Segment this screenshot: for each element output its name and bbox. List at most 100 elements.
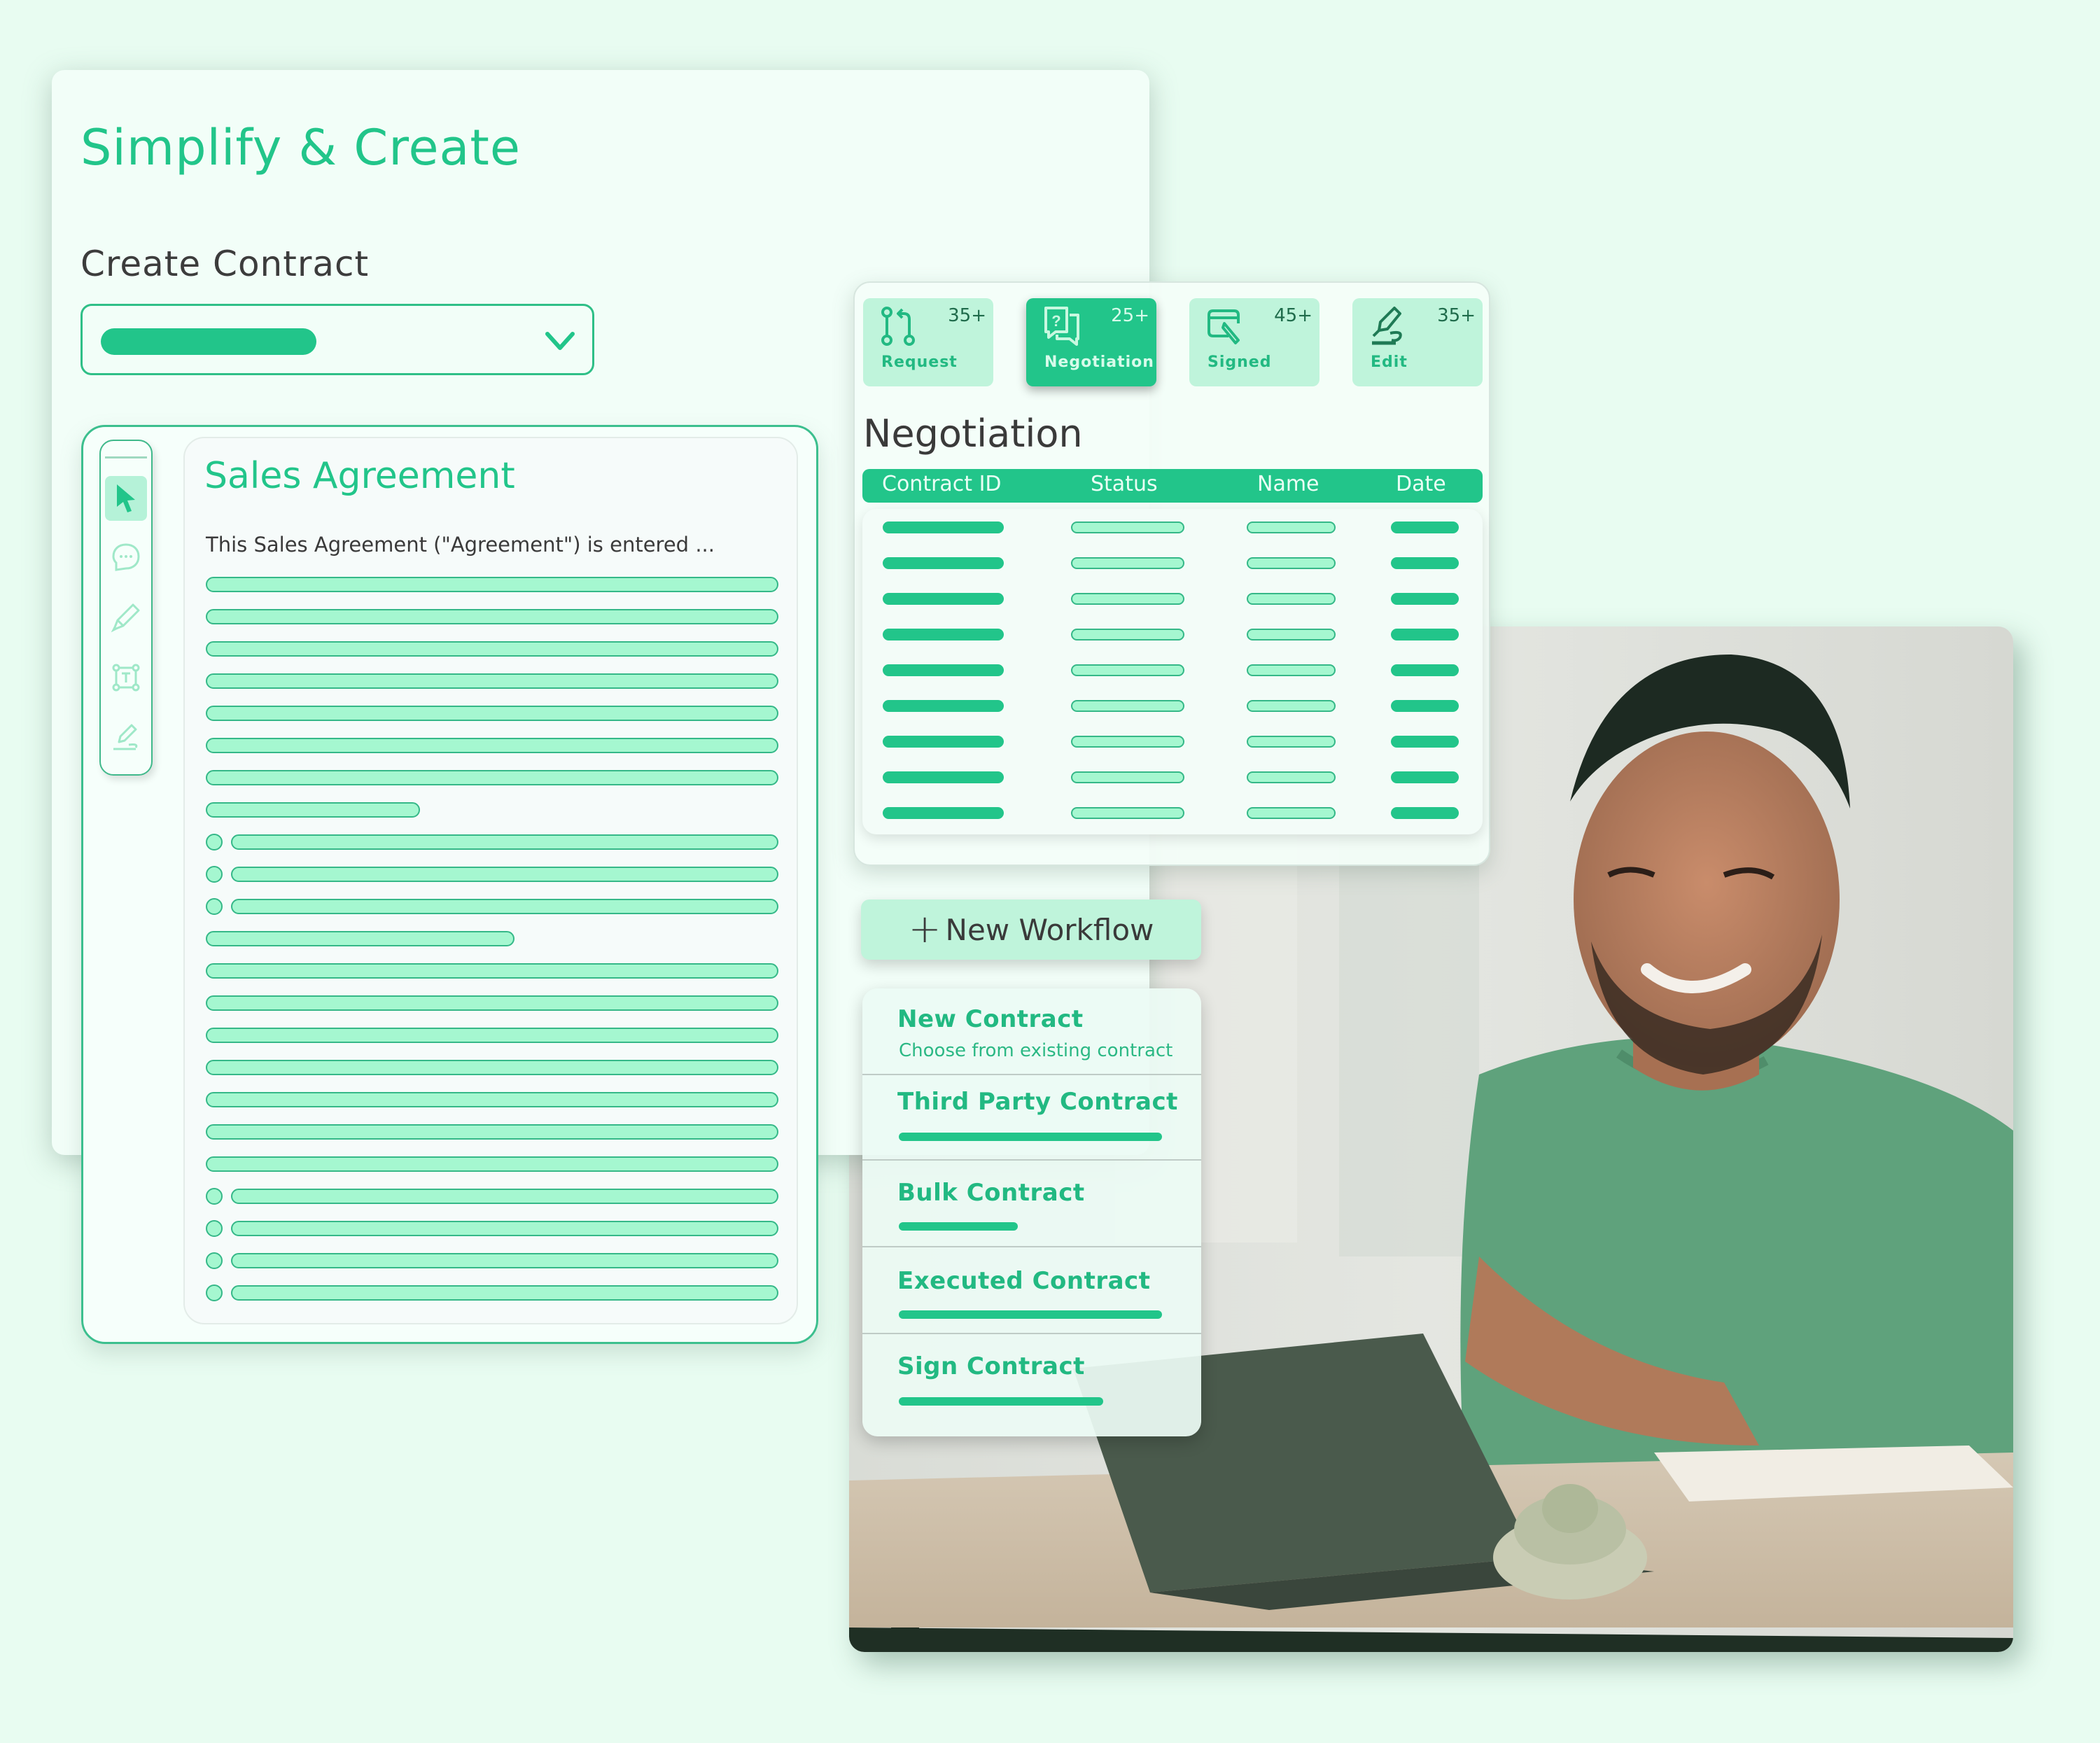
table-cell-placeholder-name: [1247, 807, 1336, 819]
menu-item-title: Third Party Contract: [897, 1088, 1178, 1116]
column-header-name[interactable]: Name: [1257, 472, 1320, 496]
tool-text[interactable]: [105, 655, 147, 700]
table-row[interactable]: [862, 522, 1483, 536]
table-cell-placeholder-status: [1071, 629, 1184, 640]
table-cell-placeholder-name: [1247, 771, 1336, 783]
new-workflow-button[interactable]: + New Workflow: [861, 899, 1201, 960]
table-row[interactable]: [862, 557, 1483, 571]
status-count: 35+: [1437, 305, 1476, 326]
contract-type-dropdown[interactable]: [80, 304, 594, 375]
table-cell-placeholder-date: [1391, 557, 1459, 569]
status-card-edit[interactable]: 35+ Edit: [1352, 298, 1483, 386]
table-cell-placeholder-status: [1071, 736, 1184, 748]
create-contract-label: Create Contract: [80, 244, 370, 284]
text-line-placeholder: [206, 609, 778, 624]
menu-item-new-contract[interactable]: New Contract Choose from existing contra…: [862, 988, 1201, 1074]
text-line-placeholder: [231, 1221, 778, 1236]
bullet-point: [206, 1188, 223, 1205]
text-line-placeholder: [206, 706, 778, 721]
workflow-menu: New Contract Choose from existing contra…: [862, 988, 1201, 1436]
table-row[interactable]: [862, 736, 1483, 750]
table-row[interactable]: [862, 593, 1483, 607]
highlighter-icon: [111, 603, 140, 633]
status-card-request[interactable]: 35+ Request: [863, 298, 993, 386]
editor-toolbar: [99, 440, 153, 776]
tool-signature[interactable]: [105, 715, 147, 760]
table-cell-placeholder-date: [1391, 771, 1459, 783]
chevron-down-icon: [545, 332, 575, 350]
text-line-placeholder: [206, 770, 778, 785]
menu-item-subtitle: Choose from existing contract: [899, 1040, 1173, 1061]
table-cell-placeholder-contract-id: [883, 557, 1004, 569]
column-header-date[interactable]: Date: [1396, 472, 1446, 496]
fountain-pen-icon: [1372, 307, 1402, 345]
table-cell-placeholder-date: [1391, 807, 1459, 819]
plus-icon: +: [908, 906, 941, 952]
status-count: 45+: [1274, 305, 1312, 326]
text-line-placeholder: [206, 802, 420, 818]
table-cell-placeholder-status: [1071, 807, 1184, 819]
text-line-placeholder: [206, 738, 778, 753]
bullet-point: [206, 834, 223, 850]
text-line-placeholder: [206, 641, 778, 657]
table-row[interactable]: [862, 771, 1483, 785]
text-line-placeholder: [206, 1028, 778, 1043]
git-pull-request-icon: [881, 307, 915, 346]
table-cell-placeholder-date: [1391, 593, 1459, 605]
status-card-signed[interactable]: 45+ Signed: [1189, 298, 1320, 386]
table-cell-placeholder-name: [1247, 736, 1336, 748]
page-title: Simplify & Create: [80, 119, 521, 176]
menu-item-executed-contract[interactable]: Executed Contract: [862, 1246, 1201, 1334]
table-cell-placeholder-status: [1071, 771, 1184, 783]
table-cell-placeholder-name: [1247, 522, 1336, 533]
table-cell-placeholder-contract-id: [883, 771, 1004, 783]
text-line-placeholder: [231, 1253, 778, 1268]
table-header: Contract ID Status Name Date: [862, 469, 1483, 503]
table-row[interactable]: [862, 700, 1483, 714]
status-card-negotiation[interactable]: ? 25+ Negotiation: [1026, 298, 1156, 386]
svg-text:?: ?: [1051, 312, 1060, 330]
menu-item-bar: [899, 1397, 1103, 1406]
table-cell-placeholder-contract-id: [883, 700, 1004, 712]
menu-item-title: New Contract: [897, 1005, 1084, 1033]
menu-item-title: Bulk Contract: [897, 1179, 1085, 1207]
text-line-placeholder: [231, 899, 778, 914]
cursor-icon: [117, 484, 135, 512]
table-cell-placeholder-date: [1391, 700, 1459, 712]
menu-item-bar: [899, 1133, 1162, 1141]
table-cell-placeholder-contract-id: [883, 522, 1004, 533]
text-line-placeholder: [206, 1124, 778, 1140]
text-line-placeholder: [231, 1189, 778, 1204]
table-cell-placeholder-status: [1071, 593, 1184, 605]
menu-item-bar: [899, 1222, 1018, 1231]
document-title: Sales Agreement: [204, 455, 515, 497]
status-count: 35+: [948, 305, 986, 326]
menu-item-bulk-contract[interactable]: Bulk Contract: [862, 1159, 1201, 1247]
table-row[interactable]: [862, 807, 1483, 821]
table-cell-placeholder-name: [1247, 664, 1336, 676]
status-label: Signed: [1208, 354, 1272, 371]
text-line-placeholder: [231, 867, 778, 882]
column-header-contract-id[interactable]: Contract ID: [882, 472, 1002, 496]
menu-item-sign-contract[interactable]: Sign Contract: [862, 1333, 1201, 1436]
bullet-point: [206, 898, 223, 915]
column-header-status[interactable]: Status: [1091, 472, 1158, 496]
table-cell-placeholder-date: [1391, 736, 1459, 748]
table-row[interactable]: [862, 629, 1483, 643]
menu-item-third-party-contract[interactable]: Third Party Contract: [862, 1074, 1201, 1161]
bullet-point: [206, 866, 223, 883]
table-cell-placeholder-status: [1071, 700, 1184, 712]
status-label: Negotiation: [1044, 354, 1154, 371]
table-cell-placeholder-contract-id: [883, 807, 1004, 819]
table-cell-placeholder-contract-id: [883, 593, 1004, 605]
text-line-placeholder: [206, 1060, 778, 1075]
table-row[interactable]: [862, 664, 1483, 678]
tool-comment[interactable]: [105, 535, 147, 580]
table-cell-placeholder-name: [1247, 593, 1336, 605]
tool-select[interactable]: [105, 476, 147, 521]
tool-highlight[interactable]: [105, 595, 147, 640]
table-cell-placeholder-date: [1391, 629, 1459, 640]
text-line-placeholder: [206, 577, 778, 592]
text-line-placeholder: [206, 1156, 778, 1172]
dropdown-selected-value-placeholder: [101, 328, 316, 355]
